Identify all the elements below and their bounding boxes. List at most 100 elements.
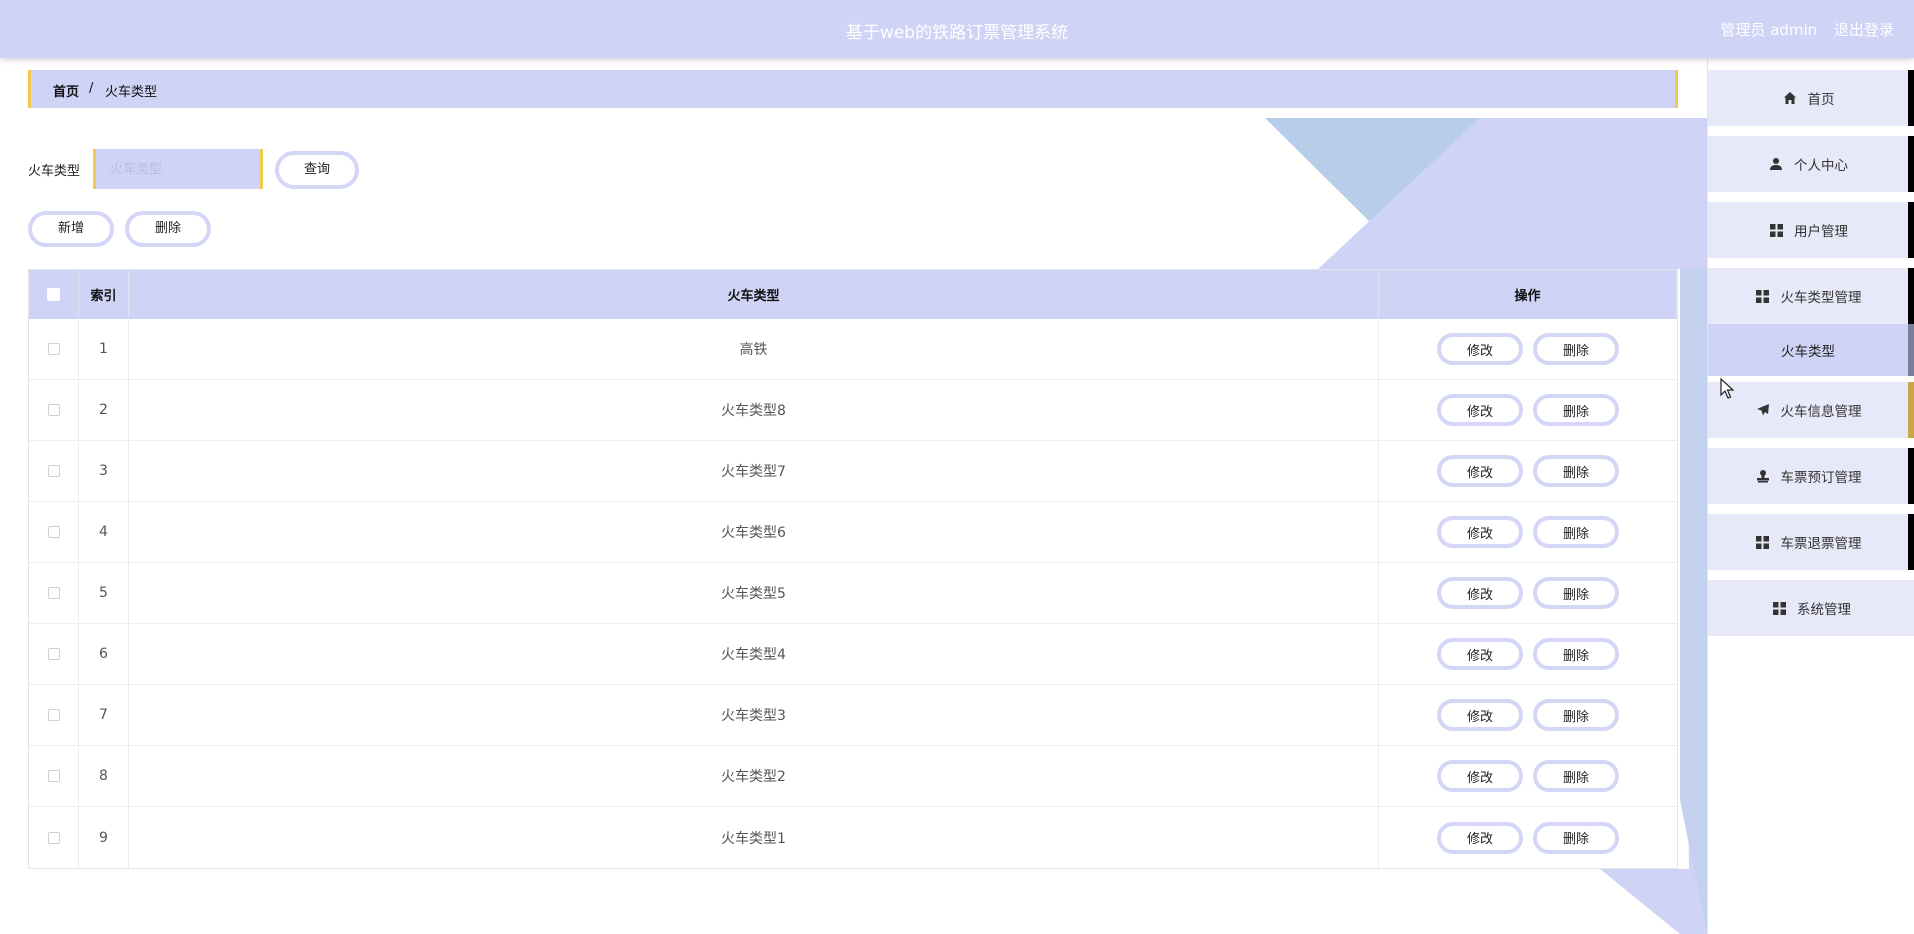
row-actions: 修改 删除 xyxy=(1379,624,1677,684)
row-check-cell xyxy=(29,807,79,868)
breadcrumb-current: 火车类型 xyxy=(105,85,158,100)
row-train-type: 火车类型7 xyxy=(129,441,1379,501)
edit-button[interactable]: 修改 xyxy=(1437,394,1523,426)
edit-button[interactable]: 修改 xyxy=(1437,638,1523,670)
sidebar-item-label: 车票退票管理 xyxy=(1780,536,1862,552)
row-index: 1 xyxy=(79,319,129,379)
row-check-cell xyxy=(29,685,79,745)
breadcrumb-home[interactable]: 首页 xyxy=(53,81,79,100)
sidebar-item-user-management[interactable]: 用户管理 xyxy=(1708,202,1914,258)
row-checkbox[interactable] xyxy=(47,343,60,355)
table-row: 8 火车类型2 修改 删除 xyxy=(29,746,1677,807)
admin-label: 管理员 admin xyxy=(1720,21,1818,39)
table-row: 3 火车类型7 修改 删除 xyxy=(29,441,1677,502)
send-icon xyxy=(1755,402,1771,418)
row-checkbox[interactable] xyxy=(47,709,60,721)
mouse-cursor-icon xyxy=(1720,378,1734,399)
row-train-type: 火车类型8 xyxy=(129,380,1379,440)
row-checkbox[interactable] xyxy=(47,648,60,660)
breadcrumb-separator: / xyxy=(89,81,94,96)
sidebar-item-ticket-refund-management[interactable]: 车票退票管理 xyxy=(1708,514,1914,570)
delete-button[interactable]: 删除 xyxy=(1533,516,1619,548)
sidebar-item-system-management[interactable]: 系统管理 xyxy=(1708,580,1914,636)
row-checkbox[interactable] xyxy=(47,770,60,782)
sidebar-item-label: 火车信息管理 xyxy=(1780,404,1862,420)
grid-icon xyxy=(1771,600,1787,616)
sidebar-item-train-info-management[interactable]: 火车信息管理 xyxy=(1708,382,1914,438)
add-button[interactable]: 新增 xyxy=(28,211,114,247)
row-actions: 修改 删除 xyxy=(1379,685,1677,745)
row-check-cell xyxy=(29,441,79,501)
row-index: 4 xyxy=(79,502,129,562)
logout-link[interactable]: 退出登录 xyxy=(1834,21,1894,39)
row-actions: 修改 删除 xyxy=(1379,502,1677,562)
sidebar-item-label: 个人中心 xyxy=(1794,158,1848,174)
table-body: 1 高铁 修改 删除 2 火车类型8 修改 删除 3 火车类型7 修改 删除 4 火车类型6 修改 删除 5 火车… xyxy=(29,319,1677,868)
delete-button[interactable]: 删除 xyxy=(1533,638,1619,670)
row-check-cell xyxy=(29,502,79,562)
sidebar-item-personal-center[interactable]: 个人中心 xyxy=(1708,136,1914,192)
delete-button[interactable]: 删除 xyxy=(1533,333,1619,365)
row-index: 2 xyxy=(79,380,129,440)
row-actions: 修改 删除 xyxy=(1379,563,1677,623)
sidebar-item-label: 首页 xyxy=(1807,92,1835,108)
delete-button[interactable]: 删除 xyxy=(1533,455,1619,487)
sidebar-item-label: 火车类型管理 xyxy=(1780,290,1862,306)
edit-button[interactable]: 修改 xyxy=(1437,455,1523,487)
grid-icon xyxy=(1755,288,1771,304)
delete-button[interactable]: 删除 xyxy=(1533,760,1619,792)
sidebar-item-train-type-management[interactable]: 火车类型管理 xyxy=(1708,268,1914,324)
sidebar-item-home[interactable]: 首页 xyxy=(1708,70,1914,126)
grid-icon xyxy=(1768,222,1784,238)
row-train-type: 火车类型4 xyxy=(129,624,1379,684)
delete-button[interactable]: 删除 xyxy=(1533,577,1619,609)
row-actions: 修改 删除 xyxy=(1379,380,1677,440)
batch-delete-button[interactable]: 删除 xyxy=(125,211,211,247)
table-row: 2 火车类型8 修改 删除 xyxy=(29,380,1677,441)
delete-button[interactable]: 删除 xyxy=(1533,821,1619,854)
sidebar-subitem-train-type[interactable]: 火车类型 xyxy=(1708,324,1914,376)
select-all-checkbox[interactable] xyxy=(47,288,60,301)
edit-button[interactable]: 修改 xyxy=(1437,333,1523,365)
row-check-cell xyxy=(29,319,79,379)
row-checkbox[interactable] xyxy=(47,831,60,844)
edit-button[interactable]: 修改 xyxy=(1437,760,1523,792)
row-checkbox[interactable] xyxy=(47,404,60,416)
edit-button[interactable]: 修改 xyxy=(1437,821,1523,854)
home-icon xyxy=(1782,90,1798,106)
row-check-cell xyxy=(29,563,79,623)
grid-icon xyxy=(1755,534,1771,550)
search-label: 火车类型 xyxy=(28,164,81,179)
row-check-cell xyxy=(29,380,79,440)
edit-button[interactable]: 修改 xyxy=(1437,699,1523,731)
row-index: 8 xyxy=(79,746,129,806)
row-train-type: 火车类型2 xyxy=(129,746,1379,806)
row-index: 6 xyxy=(79,624,129,684)
row-check-cell xyxy=(29,624,79,684)
row-actions: 修改 删除 xyxy=(1379,319,1677,379)
row-train-type: 火车类型1 xyxy=(129,807,1379,868)
header-train-type: 火车类型 xyxy=(129,270,1379,319)
row-checkbox[interactable] xyxy=(47,587,60,599)
edit-button[interactable]: 修改 xyxy=(1437,577,1523,609)
search-input[interactable] xyxy=(93,149,263,189)
table-row: 4 火车类型6 修改 删除 xyxy=(29,502,1677,563)
row-actions: 修改 删除 xyxy=(1379,441,1677,501)
table-row: 9 火车类型1 修改 删除 xyxy=(29,807,1677,868)
row-index: 7 xyxy=(79,685,129,745)
row-train-type: 火车类型3 xyxy=(129,685,1379,745)
table-header: 索引 火车类型 操作 xyxy=(29,270,1677,319)
row-actions: 修改 删除 xyxy=(1379,746,1677,806)
edit-button[interactable]: 修改 xyxy=(1437,516,1523,548)
user-icon xyxy=(1768,156,1784,172)
query-button[interactable]: 查询 xyxy=(275,151,359,189)
delete-button[interactable]: 删除 xyxy=(1533,394,1619,426)
row-train-type: 火车类型5 xyxy=(129,563,1379,623)
delete-button[interactable]: 删除 xyxy=(1533,699,1619,731)
row-checkbox[interactable] xyxy=(47,465,60,477)
sidebar-item-label: 车票预订管理 xyxy=(1780,470,1862,486)
stamp-icon xyxy=(1755,468,1771,484)
row-checkbox[interactable] xyxy=(47,526,60,538)
row-actions: 修改 删除 xyxy=(1379,807,1677,868)
sidebar-item-ticket-booking-management[interactable]: 车票预订管理 xyxy=(1708,448,1914,504)
